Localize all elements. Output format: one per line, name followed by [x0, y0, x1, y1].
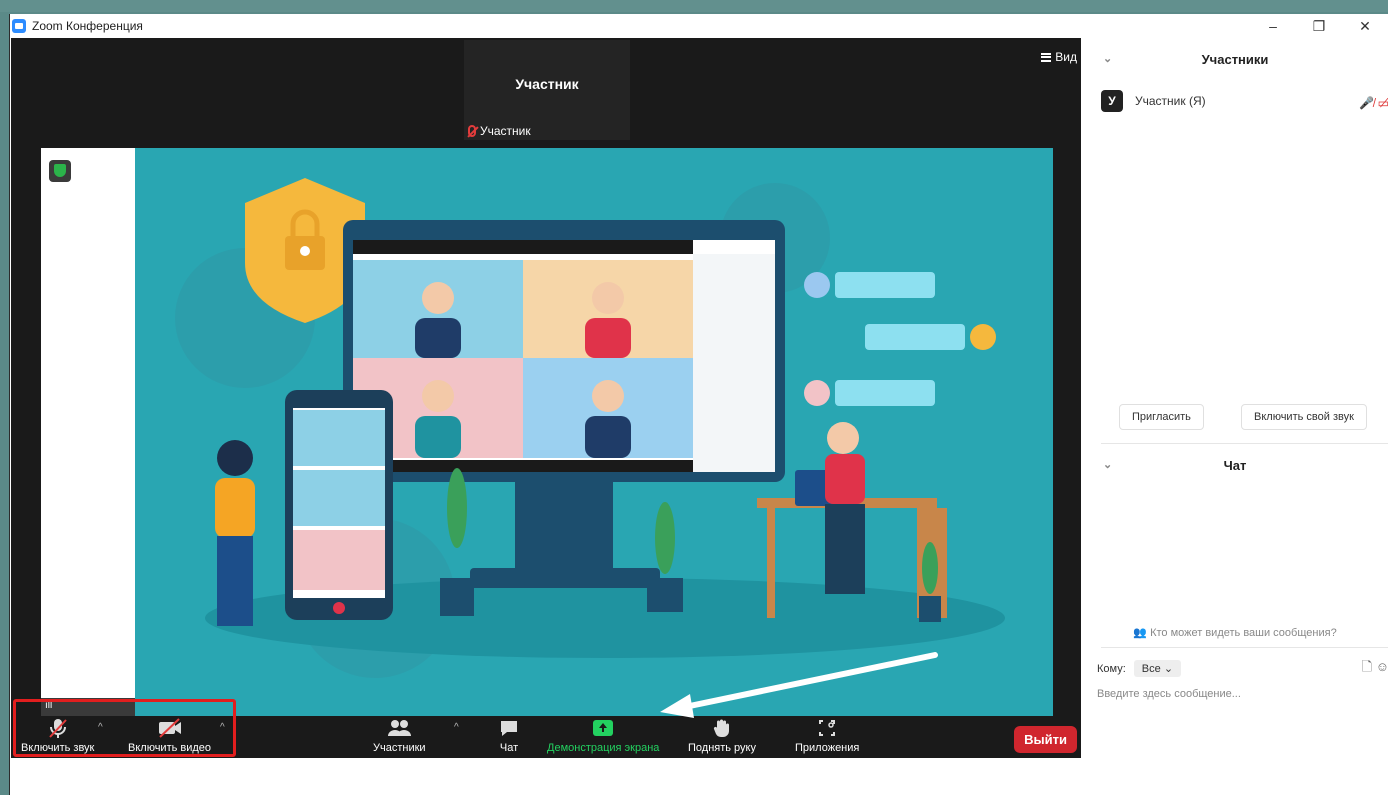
collapse-participants-chevron-icon[interactable]: ⌄	[1103, 52, 1112, 65]
people-icon: 👥	[1133, 627, 1148, 639]
participants-options-caret[interactable]: ^	[454, 722, 459, 733]
participant-status-icons: 🎤̸ ▭̸	[1359, 96, 1388, 110]
leave-meeting-button[interactable]: Выйти	[1014, 726, 1077, 753]
title-bar: Zoom Конференция – ❐ ✕	[10, 14, 1388, 38]
window-title: Zoom Конференция	[32, 19, 143, 33]
apps-button[interactable]: Приложения	[795, 716, 859, 754]
chat-bubble-icon	[498, 716, 520, 740]
panel-divider	[1101, 443, 1388, 444]
participants-panel-title: Участники	[1201, 52, 1269, 67]
participant-tile-tag: Участник	[468, 124, 531, 138]
message-input[interactable]: Введите здесь сообщение...	[1097, 688, 1241, 700]
muted-mic-icon	[468, 125, 476, 137]
chat-button[interactable]: Чат	[498, 716, 520, 754]
meeting-stage: Участник Участник Вид ıll Включить звук …	[11, 38, 1081, 758]
who-can-see-label: Кто может видеть ваши сообщения?	[1150, 627, 1337, 639]
security-shield-icon[interactable]	[49, 160, 71, 182]
share-screen-label: Демонстрация экрана	[547, 742, 660, 754]
shared-screen: ıll	[41, 148, 1053, 716]
recipient-row: Кому: Все ⌄	[1097, 660, 1182, 677]
participant-video-tile[interactable]: Участник Участник	[464, 40, 630, 140]
participant-tile-name: Участник	[515, 76, 579, 92]
participants-icon	[386, 716, 412, 740]
participants-label: Участники	[373, 742, 426, 754]
invite-button[interactable]: Пригласить	[1119, 404, 1204, 430]
file-emoji-icons[interactable]: 🗋 ☺	[1362, 658, 1388, 680]
view-button[interactable]: Вид	[1041, 50, 1077, 64]
woman-figure	[215, 440, 255, 626]
side-panel: ⌄ Участники У Участник (Я) 🎤̸ ▭̸ Приглас…	[1081, 38, 1388, 758]
share-screen-icon	[591, 716, 615, 740]
apps-icon	[816, 716, 838, 740]
recipient-value: Все	[1141, 663, 1161, 675]
raise-hand-icon	[711, 716, 733, 740]
who-can-see-messages[interactable]: 👥 Кто может видеть ваши сообщения?	[1081, 626, 1388, 639]
minimize-button[interactable]: –	[1250, 18, 1296, 34]
participant-name: Участник (Я)	[1135, 94, 1206, 108]
share-screen-button[interactable]: Демонстрация экрана	[547, 716, 659, 754]
window-footer	[11, 758, 1081, 795]
to-label: Кому:	[1097, 662, 1126, 675]
recipient-select[interactable]: Все ⌄	[1133, 660, 1182, 677]
chat-divider	[1101, 647, 1388, 648]
avatar: У	[1101, 90, 1123, 112]
apps-label: Приложения	[795, 742, 860, 754]
raise-hand-label: Поднять руку	[688, 742, 756, 754]
zoom-window: Zoom Конференция – ❐ ✕ Участник Участник…	[9, 14, 1388, 795]
unmute-self-button[interactable]: Включить свой звук	[1241, 404, 1367, 430]
chat-label: Чат	[499, 742, 519, 754]
zoom-logo-icon	[12, 19, 26, 33]
view-label: Вид	[1055, 50, 1077, 64]
highlight-box	[13, 699, 236, 757]
shared-illustration	[135, 148, 1053, 716]
close-button[interactable]: ✕	[1342, 18, 1388, 35]
chat-panel-title: Чат	[1223, 458, 1247, 473]
participant-tile-tag-label: Участник	[480, 124, 531, 138]
collapse-chat-chevron-icon[interactable]: ⌄	[1103, 458, 1112, 471]
chevron-down-icon: ⌄	[1163, 663, 1174, 675]
raise-hand-button[interactable]: Поднять руку	[688, 716, 756, 754]
grid-view-icon	[1041, 52, 1052, 62]
participants-button[interactable]: Участники	[373, 716, 426, 754]
slide-top-strip	[0, 0, 1388, 12]
restore-button[interactable]: ❐	[1296, 18, 1342, 35]
shared-screen-margin	[41, 148, 135, 716]
participant-row[interactable]: У Участник (Я)	[1101, 90, 1206, 112]
